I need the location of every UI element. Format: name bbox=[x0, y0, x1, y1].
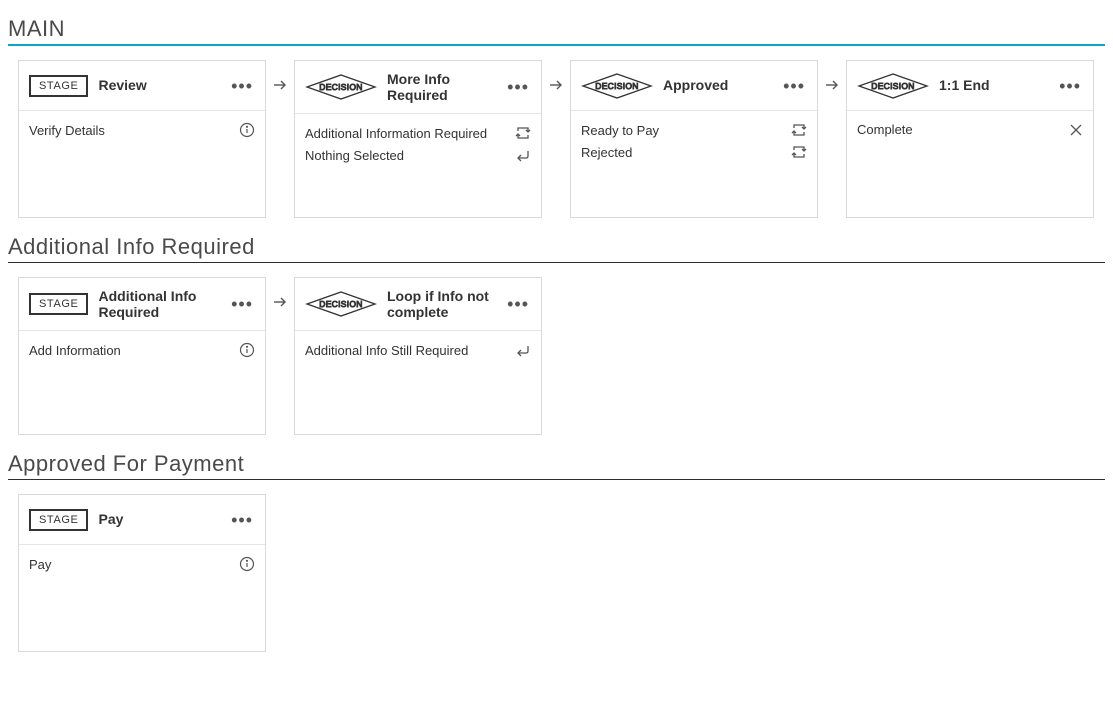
loop-icon[interactable] bbox=[515, 125, 531, 141]
item-label: Pay bbox=[29, 557, 51, 572]
card-title: Additional Info Required bbox=[98, 288, 219, 320]
card-body: Ready to Pay Rejected bbox=[571, 111, 817, 171]
stage-badge: STAGE bbox=[29, 293, 88, 315]
arrow-right-icon bbox=[824, 60, 840, 110]
card-decision-loop[interactable]: DECISION Loop if Info not complete ••• A… bbox=[294, 277, 542, 435]
item-label: Nothing Selected bbox=[305, 148, 404, 163]
item-row[interactable]: Nothing Selected bbox=[305, 144, 531, 166]
back-icon[interactable] bbox=[515, 147, 531, 163]
stage-badge: STAGE bbox=[29, 509, 88, 531]
section-divider-main bbox=[8, 44, 1105, 46]
card-decision-end[interactable]: DECISION 1:1 End ••• Complete bbox=[846, 60, 1094, 218]
lane: STAGE Pay ••• Pay bbox=[8, 490, 1105, 662]
card-header: DECISION 1:1 End ••• bbox=[847, 61, 1093, 111]
card-title: More Info Required bbox=[387, 71, 495, 103]
item-row[interactable]: Complete bbox=[857, 119, 1083, 140]
card-stage-additional-info[interactable]: STAGE Additional Info Required ••• Add I… bbox=[18, 277, 266, 435]
more-icon[interactable]: ••• bbox=[229, 509, 255, 531]
svg-text:DECISION: DECISION bbox=[871, 81, 915, 91]
decision-badge: DECISION bbox=[857, 72, 929, 100]
card-header: STAGE Review ••• bbox=[19, 61, 265, 111]
arrow-right-icon bbox=[548, 60, 564, 110]
item-label: Rejected bbox=[581, 145, 632, 160]
card-decision-approved[interactable]: DECISION Approved ••• Ready to Pay Rejec… bbox=[570, 60, 818, 218]
card-header: STAGE Additional Info Required ••• bbox=[19, 278, 265, 331]
section-title: Additional Info Required bbox=[8, 234, 1105, 260]
more-icon[interactable]: ••• bbox=[781, 75, 807, 97]
card-decision-more-info[interactable]: DECISION More Info Required ••• Addition… bbox=[294, 60, 542, 218]
item-row[interactable]: Ready to Pay bbox=[581, 119, 807, 141]
info-icon[interactable] bbox=[239, 122, 255, 138]
section-divider bbox=[8, 262, 1105, 263]
card-stage-pay[interactable]: STAGE Pay ••• Pay bbox=[18, 494, 266, 652]
card-title: 1:1 End bbox=[939, 77, 1047, 93]
card-title: Loop if Info not complete bbox=[387, 288, 495, 320]
info-icon[interactable] bbox=[239, 342, 255, 358]
decision-badge: DECISION bbox=[581, 72, 653, 100]
card-header: DECISION Approved ••• bbox=[571, 61, 817, 111]
card-body: Verify Details bbox=[19, 111, 265, 149]
card-body: Additional Info Still Required bbox=[295, 331, 541, 369]
section-divider bbox=[8, 479, 1105, 480]
item-label: Additional Information Required bbox=[305, 126, 487, 141]
decision-badge: DECISION bbox=[305, 290, 377, 318]
svg-text:DECISION: DECISION bbox=[319, 82, 363, 92]
more-icon[interactable]: ••• bbox=[505, 76, 531, 98]
decision-badge: DECISION bbox=[305, 73, 377, 101]
info-icon[interactable] bbox=[239, 556, 255, 572]
back-icon[interactable] bbox=[515, 342, 531, 358]
more-icon[interactable]: ••• bbox=[1057, 75, 1083, 97]
lane: STAGE Review ••• Verify Details DECISION… bbox=[8, 56, 1105, 228]
card-body: Complete bbox=[847, 111, 1093, 148]
item-row[interactable]: Add Information bbox=[29, 339, 255, 361]
item-row[interactable]: Rejected bbox=[581, 141, 807, 163]
arrow-right-icon bbox=[272, 60, 288, 110]
loop-icon[interactable] bbox=[791, 144, 807, 160]
item-label: Ready to Pay bbox=[581, 123, 659, 138]
loop-icon[interactable] bbox=[791, 122, 807, 138]
card-header: STAGE Pay ••• bbox=[19, 495, 265, 545]
card-title: Approved bbox=[663, 77, 771, 93]
item-label: Complete bbox=[857, 122, 913, 137]
card-header: DECISION Loop if Info not complete ••• bbox=[295, 278, 541, 331]
more-icon[interactable]: ••• bbox=[505, 293, 531, 315]
item-row[interactable]: Verify Details bbox=[29, 119, 255, 141]
item-row[interactable]: Additional Info Still Required bbox=[305, 339, 531, 361]
item-label: Verify Details bbox=[29, 123, 105, 138]
card-body: Add Information bbox=[19, 331, 265, 369]
item-label: Add Information bbox=[29, 343, 121, 358]
item-row[interactable]: Additional Information Required bbox=[305, 122, 531, 144]
more-icon[interactable]: ••• bbox=[229, 293, 255, 315]
svg-text:DECISION: DECISION bbox=[595, 81, 639, 91]
card-title: Review bbox=[98, 77, 219, 93]
card-body: Pay bbox=[19, 545, 265, 583]
card-title: Pay bbox=[98, 511, 219, 527]
stage-badge: STAGE bbox=[29, 75, 88, 97]
lane: STAGE Additional Info Required ••• Add I… bbox=[8, 273, 1105, 445]
section-title: Approved For Payment bbox=[8, 451, 1105, 477]
svg-text:DECISION: DECISION bbox=[319, 299, 363, 309]
item-label: Additional Info Still Required bbox=[305, 343, 468, 358]
section-title: MAIN bbox=[8, 16, 1105, 42]
close-icon[interactable] bbox=[1069, 123, 1083, 137]
card-header: DECISION More Info Required ••• bbox=[295, 61, 541, 114]
item-row[interactable]: Pay bbox=[29, 553, 255, 575]
card-body: Additional Information Required Nothing … bbox=[295, 114, 541, 174]
card-stage-review[interactable]: STAGE Review ••• Verify Details bbox=[18, 60, 266, 218]
arrow-right-icon bbox=[272, 277, 288, 327]
more-icon[interactable]: ••• bbox=[229, 75, 255, 97]
